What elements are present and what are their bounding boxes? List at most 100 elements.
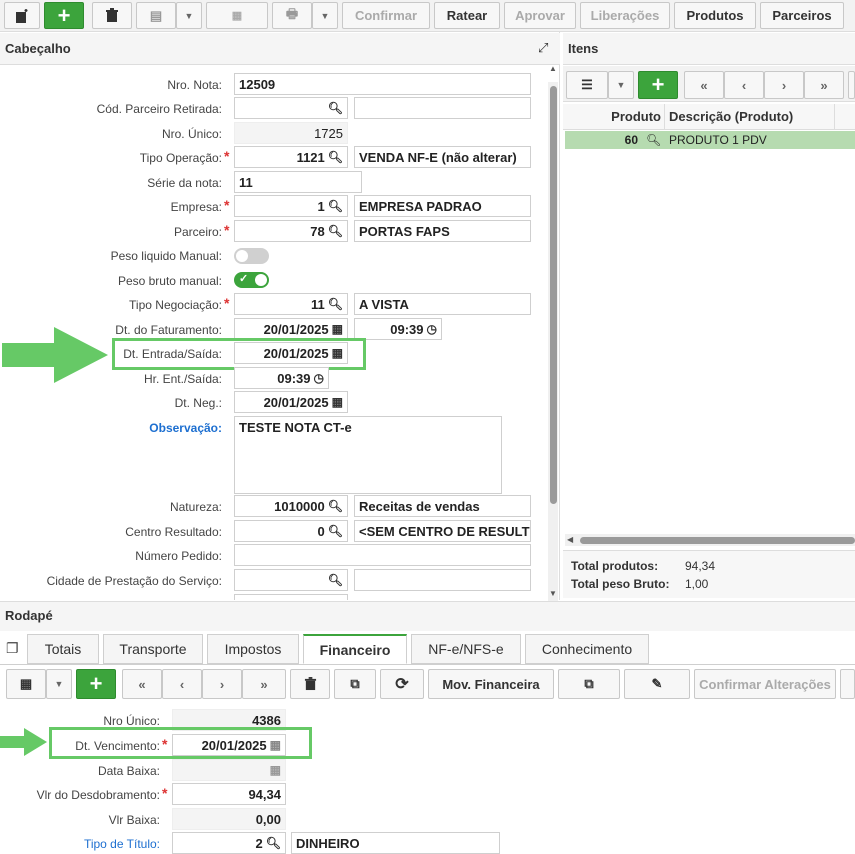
- cod-parceiro-desc[interactable]: [354, 97, 531, 119]
- search-icon[interactable]: 🔍︎: [328, 524, 343, 538]
- search-icon[interactable]: 🔍︎: [328, 573, 343, 587]
- vlr-baixa-label: Vlr Baixa:: [108, 813, 160, 827]
- calendar-icon[interactable]: ▦: [332, 322, 343, 336]
- confirm-button[interactable]: Confirmar: [342, 2, 430, 29]
- clock-icon[interactable]: ◷: [427, 322, 437, 336]
- tab-totais[interactable]: Totais: [27, 634, 99, 664]
- confirmar-alteracoes-button[interactable]: Confirmar Alterações: [694, 669, 836, 699]
- search-icon[interactable]: 🔍︎: [328, 101, 343, 115]
- parceiro-input[interactable]: 78 🔍︎: [234, 220, 348, 242]
- tipo-titulo-code: 2: [255, 835, 263, 851]
- search-icon[interactable]: 🔍︎: [328, 297, 343, 311]
- add-item-button[interactable]: +: [638, 71, 678, 99]
- search-icon[interactable]: 🔍︎: [328, 224, 343, 238]
- tab-transporte[interactable]: Transporte: [103, 634, 203, 664]
- cidade-desc[interactable]: [354, 569, 531, 591]
- more-button[interactable]: [840, 669, 855, 699]
- tab-impostos[interactable]: Impostos: [207, 634, 299, 664]
- next-record-button[interactable]: ›: [764, 71, 804, 99]
- serie-input[interactable]: 11: [234, 171, 362, 193]
- tab-financeiro[interactable]: Financeiro: [303, 634, 407, 664]
- next-record-button[interactable]: ›: [202, 669, 242, 699]
- pdf-button[interactable]: ▦: [206, 2, 268, 29]
- centro-resultado-desc[interactable]: <SEM CENTRO DE RESULT: [354, 520, 531, 542]
- numero-pedido-input[interactable]: [234, 544, 531, 566]
- print-doc-dropdown[interactable]: ▼: [176, 2, 202, 29]
- col-descricao-header[interactable]: Descrição (Produto): [669, 109, 793, 124]
- centro-resultado-input[interactable]: 0 🔍︎: [234, 520, 348, 542]
- cod-parceiro-input[interactable]: 🔍︎: [234, 97, 348, 119]
- scroll-up-icon[interactable]: ▲: [549, 64, 557, 73]
- clock-icon[interactable]: ◷: [314, 371, 324, 385]
- grid-menu-button[interactable]: ☰: [566, 71, 608, 99]
- delete-button[interactable]: [92, 2, 132, 29]
- tipo-operacao-desc[interactable]: VENDA NF-E (não alterar): [354, 146, 531, 168]
- add-financeiro-button[interactable]: +: [76, 669, 116, 699]
- produtos-button[interactable]: Produtos: [674, 2, 756, 29]
- tipo-titulo-desc[interactable]: DINHEIRO: [291, 832, 500, 854]
- aprovar-button[interactable]: Aprovar: [504, 2, 576, 29]
- hr-faturamento-input[interactable]: 09:39 ◷: [354, 318, 442, 340]
- tipo-titulo-input[interactable]: 2 🔍︎: [172, 832, 286, 854]
- search-icon[interactable]: 🔍︎: [266, 836, 281, 850]
- empresa-input[interactable]: 1 🔍︎: [234, 195, 348, 217]
- printer-dropdown[interactable]: ▼: [312, 2, 338, 29]
- observacao-textarea[interactable]: TESTE NOTA CT-e: [234, 416, 502, 494]
- new-document-button[interactable]: [4, 2, 40, 29]
- first-record-button[interactable]: «: [684, 71, 724, 99]
- tipo-negociacao-input[interactable]: 11 🔍︎: [234, 293, 348, 315]
- grid-menu-button[interactable]: ▦: [6, 669, 46, 699]
- tipo-negociacao-desc[interactable]: A VISTA: [354, 293, 531, 315]
- prev-record-button[interactable]: ‹: [724, 71, 764, 99]
- col-produto-header[interactable]: Produto: [566, 109, 661, 124]
- calendar-icon[interactable]: ▦: [332, 395, 343, 409]
- natureza-input[interactable]: 1010000 🔍︎: [234, 495, 348, 517]
- grid-menu-dropdown[interactable]: ▼: [46, 669, 72, 699]
- prev-record-button[interactable]: ‹: [162, 669, 202, 699]
- last-record-button[interactable]: »: [804, 71, 844, 99]
- search-icon[interactable]: 🔍︎: [328, 150, 343, 164]
- empresa-desc[interactable]: EMPRESA PADRAO: [354, 195, 531, 217]
- parceiro-desc[interactable]: PORTAS FAPS: [354, 220, 531, 242]
- mov-financeira-button[interactable]: Mov. Financeira: [428, 669, 554, 699]
- duplicate-button[interactable]: ⧉: [558, 669, 620, 699]
- last-record-button[interactable]: »: [242, 669, 286, 699]
- search-icon[interactable]: 🔍︎: [646, 133, 661, 147]
- grid-menu-dropdown[interactable]: ▼: [608, 71, 634, 99]
- delete-button[interactable]: [290, 669, 330, 699]
- observacao-label[interactable]: Observação:: [2, 421, 222, 435]
- copy-button[interactable]: ⧉: [334, 669, 376, 699]
- peso-liquido-toggle[interactable]: [234, 248, 269, 264]
- cidade-input[interactable]: 🔍︎: [234, 569, 348, 591]
- parceiros-button[interactable]: Parceiros: [760, 2, 844, 29]
- add-button[interactable]: +: [44, 2, 84, 29]
- scroll-left-icon[interactable]: ◀: [567, 535, 573, 544]
- scroll-down-icon[interactable]: ▼: [549, 589, 557, 598]
- cabecalho-header: [0, 33, 560, 65]
- edit-button[interactable]: ✎: [624, 669, 690, 699]
- print-doc-button[interactable]: ▤: [136, 2, 176, 29]
- dt-faturamento-input[interactable]: 20/01/2025 ▦: [234, 318, 348, 340]
- tab-conhecimento[interactable]: Conhecimento: [525, 634, 649, 664]
- printer-button[interactable]: 🖶: [272, 2, 312, 29]
- cabecalho-scrollbar-thumb[interactable]: [550, 86, 557, 504]
- ratear-button[interactable]: Ratear: [434, 2, 500, 29]
- vlr-desdobramento-input[interactable]: 94,34: [172, 783, 286, 805]
- expand-icon[interactable]: ⤢: [538, 40, 548, 56]
- liberacoes-button[interactable]: Liberações: [580, 2, 670, 29]
- more-button[interactable]: [848, 71, 855, 99]
- tipo-operacao-input[interactable]: 1121 🔍︎: [234, 146, 348, 168]
- first-record-button[interactable]: «: [122, 669, 162, 699]
- nro-nota-input[interactable]: 12509: [234, 73, 531, 95]
- itens-hscrollbar-thumb[interactable]: [580, 537, 855, 544]
- search-icon[interactable]: 🔍︎: [328, 199, 343, 213]
- natureza-desc[interactable]: Receitas de vendas: [354, 495, 531, 517]
- refresh-button[interactable]: ⟳: [380, 669, 424, 699]
- hr-ent-input[interactable]: 09:39 ◷: [234, 367, 329, 389]
- dt-neg-input[interactable]: 20/01/2025 ▦: [234, 391, 348, 413]
- search-icon[interactable]: 🔍︎: [328, 499, 343, 513]
- windows-icon[interactable]: ❐: [6, 640, 19, 657]
- tipo-titulo-label[interactable]: Tipo de Título:: [0, 837, 160, 851]
- peso-bruto-toggle[interactable]: ✓: [234, 272, 269, 288]
- tab-nfe[interactable]: NF-e/NFS-e: [411, 634, 521, 664]
